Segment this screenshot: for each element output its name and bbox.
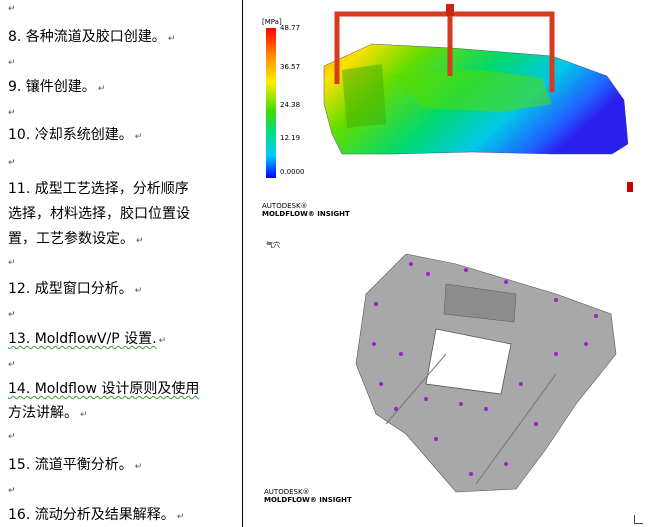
axis-triad-icon [627, 182, 633, 192]
list-item: 12. 成型窗口分析。 ↵ [8, 281, 143, 297]
paragraph-mark: ↵ [8, 108, 16, 118]
sprue [446, 4, 454, 16]
part-air-trap-render [355, 253, 617, 493]
paragraph-mark: ↵ [8, 258, 16, 268]
autodesk-logo: AUTODESK® MOLDFLOW® INSIGHT [262, 202, 350, 218]
list-item-continued: 选择，材料选择，胶口位置设 [8, 206, 190, 222]
pressure-result-figure: [MPa] 48.77 36.57 24.38 12.19 0.0000 AUT… [252, 4, 640, 222]
part-pressure-render [323, 4, 633, 192]
list-item: 10. 冷却系统创建。 ↵ [8, 127, 143, 143]
air-trap-figure: 气穴 AUTODESK® MOLDFLOW® INSIGHT [256, 234, 640, 510]
paragraph-mark: ↵ [8, 4, 16, 14]
column-divider [242, 0, 243, 527]
list-item-continued: 置，工艺参数设定。 ↵ [8, 231, 144, 247]
paragraph-mark: ↵ [8, 310, 16, 320]
paragraph-mark: ↵ [8, 158, 16, 168]
paragraph-mark: ↵ [8, 432, 16, 442]
paragraph-mark: ↵ [8, 486, 16, 496]
part-detail [342, 64, 386, 128]
list-item: 11. 成型工艺选择，分析顺序 [8, 181, 189, 197]
list-item: 8. 各种流道及胶口创建。 ↵ [8, 29, 176, 45]
list-item: 14. Moldflow 设计原则及使用 [8, 381, 200, 397]
list-item-continued: 方法讲解。 ↵ [8, 405, 88, 421]
paragraph-mark: ↵ [8, 360, 16, 370]
list-item: 9. 镶件创建。 ↵ [8, 79, 106, 95]
list-item: 16. 流动分析及结果解释。 ↵ [8, 507, 185, 523]
list-item: 13. MoldflowV/P 设置. ↵ [8, 331, 167, 347]
document-text-column: ↵ 8. 各种流道及胶口创建。 ↵ ↵ 9. 镶件创建。 ↵ ↵ 10. 冷却系统创… [0, 0, 244, 527]
paragraph-mark: ↵ [8, 58, 16, 68]
autodesk-logo: AUTODESK® MOLDFLOW® INSIGHT [264, 488, 352, 504]
list-item: 15. 流道平衡分析。 ↵ [8, 457, 143, 473]
page-corner-mark [634, 515, 643, 524]
